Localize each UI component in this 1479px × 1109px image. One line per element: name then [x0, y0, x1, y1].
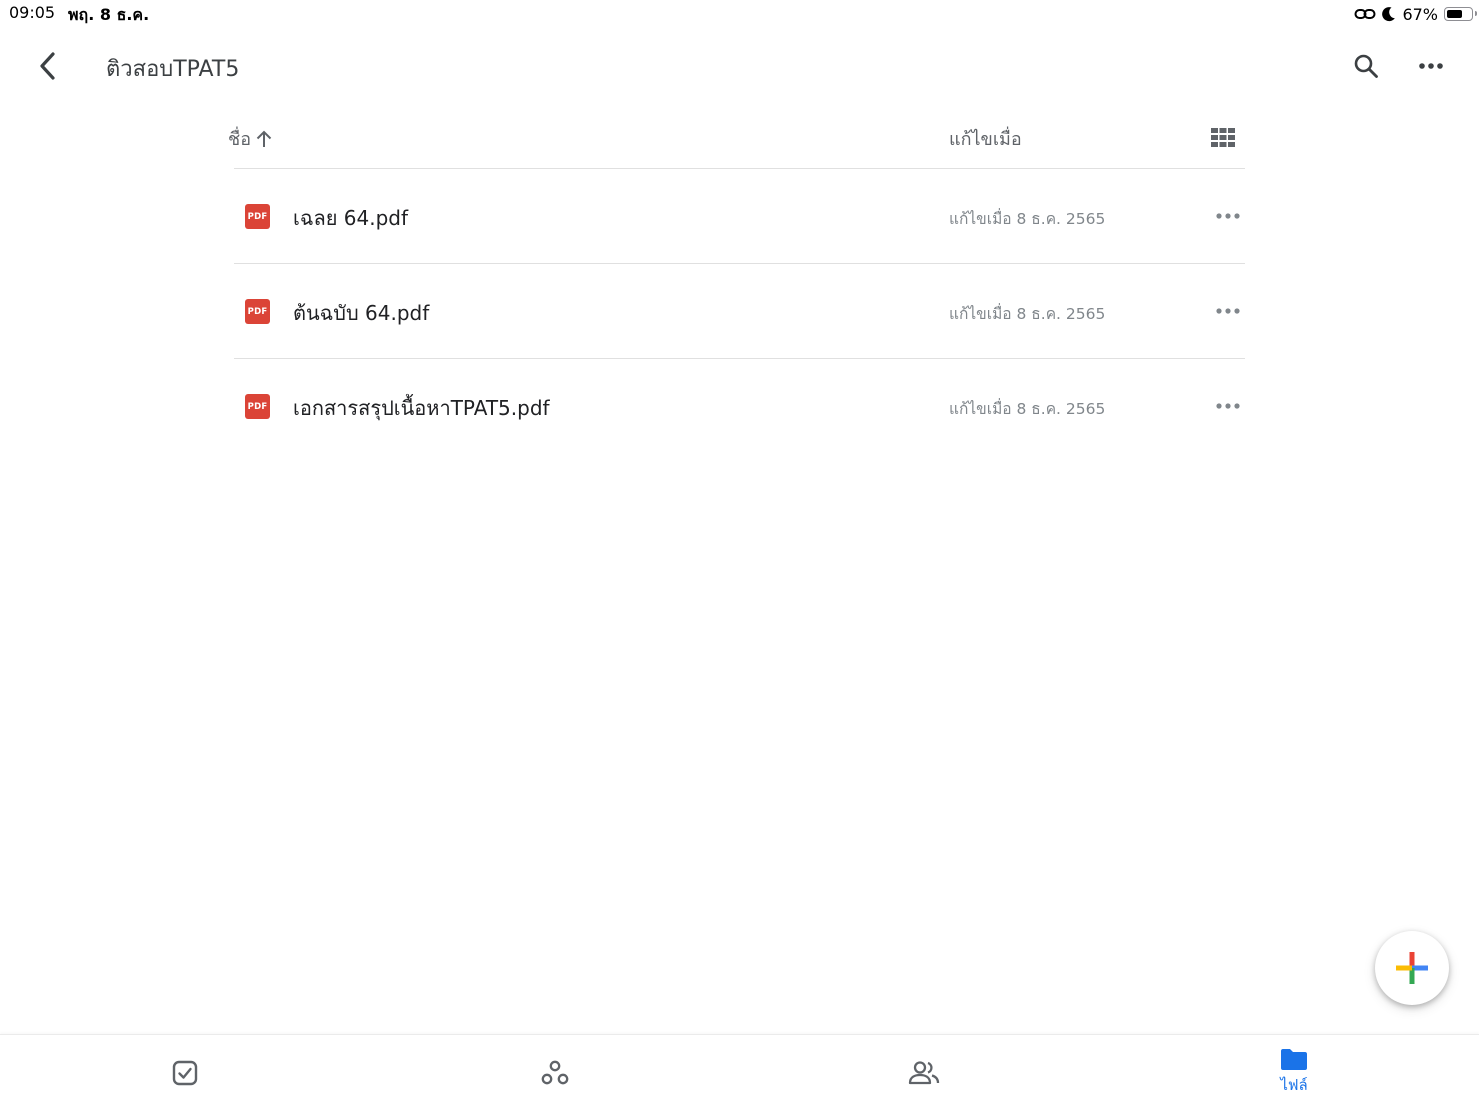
chevron-left-icon [40, 52, 55, 80]
modified-column-header: แก้ไขเมื่อ [949, 129, 1022, 150]
moon-icon [1382, 6, 1396, 22]
nav-label-files: ไฟล์ [1280, 1076, 1308, 1094]
priority-check-icon [172, 1060, 198, 1085]
pdf-badge-text: PDF [247, 401, 268, 412]
back-button[interactable] [28, 46, 68, 86]
nav-item-workspaces[interactable] [505, 1035, 605, 1109]
file-more-button[interactable] [1208, 296, 1248, 326]
app-header: ติวสอบTPAT5 [0, 28, 1479, 100]
file-more-button[interactable] [1208, 391, 1248, 421]
pdf-file-icon: PDF [245, 204, 270, 229]
search-icon [1354, 54, 1378, 78]
nav-item-shared[interactable] [874, 1035, 974, 1109]
more-horizontal-icon [1216, 403, 1240, 409]
pdf-file-icon: PDF [245, 394, 270, 419]
folder-icon [1281, 1049, 1307, 1070]
workspaces-icon [541, 1060, 569, 1084]
arrow-up-icon [256, 130, 272, 147]
nav-item-files[interactable]: ไฟล์ [1244, 1035, 1344, 1109]
more-horizontal-icon [1419, 63, 1443, 69]
battery-percent: 67% [1402, 4, 1438, 24]
file-name: เอกสารสรุปเนื้อหาTPAT5.pdf [293, 396, 550, 420]
file-name: ต้นฉบับ 64.pdf [293, 301, 430, 325]
file-modified: แก้ไขเมื่อ 8 ธ.ค. 2565 [949, 400, 1106, 418]
status-right: 67% [1354, 2, 1477, 26]
drive-folder-screen: 09:05 พฤ. 8 ธ.ค. 67% ติวสอบTPAT5 ชื่อ แก… [0, 0, 1479, 1109]
file-row[interactable]: PDF เอกสารสรุปเนื้อหาTPAT5.pdf แก้ไขเมื่… [234, 359, 1245, 453]
status-bar: 09:05 พฤ. 8 ธ.ค. 67% [0, 0, 1479, 28]
new-item-fab[interactable] [1375, 931, 1449, 1005]
more-options-button[interactable] [1411, 46, 1451, 86]
list-header: ชื่อ แก้ไขเมื่อ [228, 112, 1245, 160]
sort-label: ชื่อ [228, 129, 252, 150]
battery-level [1447, 10, 1462, 18]
file-modified: แก้ไขเมื่อ 8 ธ.ค. 2565 [949, 305, 1106, 323]
bottom-navigation: ไฟล์ [0, 1034, 1479, 1109]
battery-cap [1474, 11, 1477, 16]
file-name: เฉลย 64.pdf [293, 206, 409, 230]
pdf-badge-text: PDF [247, 306, 268, 317]
search-button[interactable] [1346, 46, 1386, 86]
pdf-badge-text: PDF [247, 211, 268, 222]
file-row[interactable]: PDF เฉลย 64.pdf แก้ไขเมื่อ 8 ธ.ค. 2565 [234, 169, 1245, 264]
nav-item-priority[interactable] [135, 1035, 235, 1109]
status-date: พฤ. 8 ธ.ค. [68, 5, 150, 24]
file-more-button[interactable] [1208, 201, 1248, 231]
grid-view-icon [1211, 127, 1235, 147]
sort-by-name-button[interactable]: ชื่อ [228, 124, 273, 153]
file-modified: แก้ไขเมื่อ 8 ธ.ค. 2565 [949, 210, 1106, 228]
file-list: PDF เฉลย 64.pdf แก้ไขเมื่อ 8 ธ.ค. 2565 P… [234, 169, 1245, 453]
battery-icon [1444, 7, 1477, 21]
grid-view-toggle[interactable] [1208, 122, 1238, 152]
link-icon [1354, 7, 1376, 21]
file-row[interactable]: PDF ต้นฉบับ 64.pdf แก้ไขเมื่อ 8 ธ.ค. 256… [234, 264, 1245, 359]
pdf-file-icon: PDF [245, 299, 270, 324]
shared-people-icon [908, 1060, 940, 1084]
page-title: ติวสอบTPAT5 [106, 57, 240, 82]
more-horizontal-icon [1216, 308, 1240, 314]
status-time: 09:05 [9, 3, 56, 22]
more-horizontal-icon [1216, 213, 1240, 219]
plus-icon [1396, 952, 1428, 984]
